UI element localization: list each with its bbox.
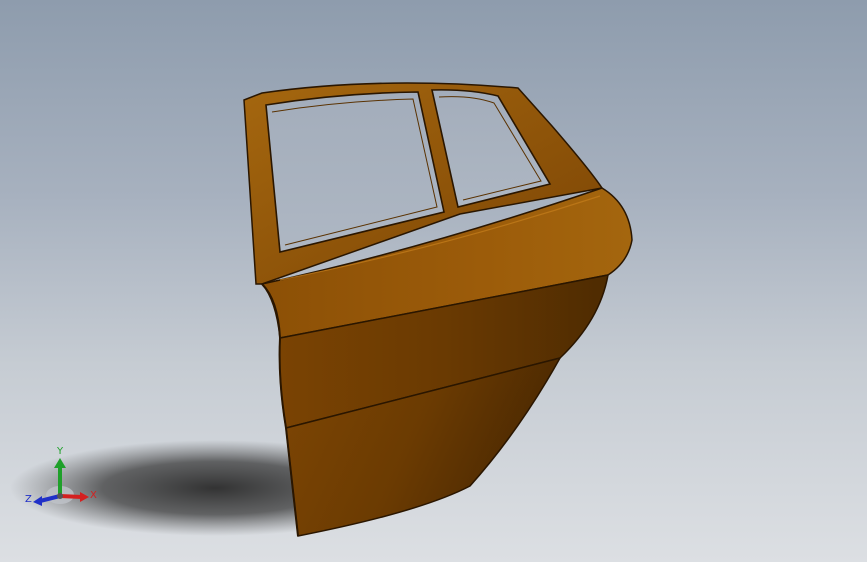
y-axis-label: Y: [56, 446, 64, 457]
y-axis-arrow: [54, 458, 66, 468]
z-axis-label: Z: [25, 494, 32, 505]
triad-origin: [57, 493, 63, 499]
model-scene[interactable]: [0, 0, 867, 562]
x-axis-line: [59, 494, 83, 499]
x-axis-arrow: [80, 492, 89, 502]
x-axis-label: X: [90, 490, 97, 501]
graphics-viewport[interactable]: Y X Z: [0, 0, 867, 562]
z-axis-arrow: [33, 496, 42, 506]
coordinate-triad: Y X Z: [25, 446, 97, 506]
